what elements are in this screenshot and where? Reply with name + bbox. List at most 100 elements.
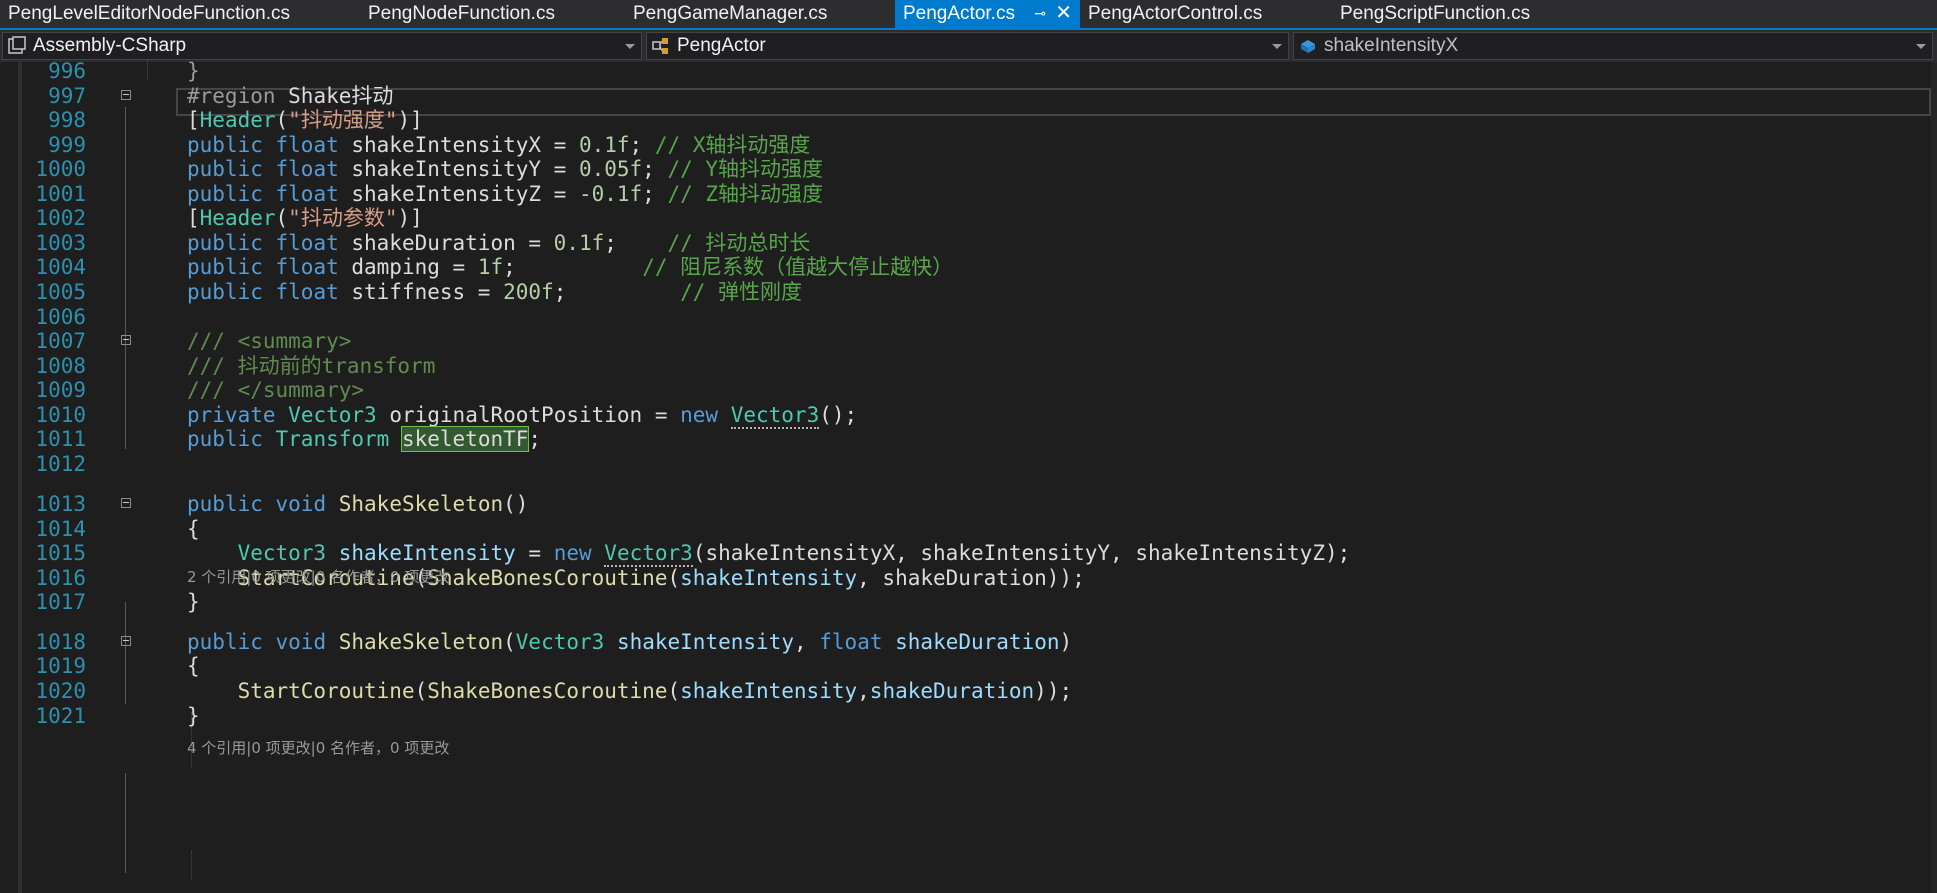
code-token: /// <summary> [187,329,352,353]
line-number: 1012 [35,452,86,476]
code-token: (shakeIntensityX, shakeIntensityY, shake… [692,541,1351,565]
code-lens-references[interactable]: 2 个引用|0 项更改|0 名作者，0 项更改 [187,566,449,588]
class-icon [652,38,668,54]
code-line[interactable]: 1012 [0,449,1937,479]
code-token: = [515,541,554,565]
line-number: 1021 [35,704,86,728]
code-token: void [275,492,327,516]
code-token: [ [187,206,200,230]
code-token: public [187,255,263,279]
code-token: Transform [275,427,390,451]
code-token: public [187,492,263,516]
code-token: skeletonTF [400,426,530,452]
close-icon[interactable]: ✕ [1055,0,1072,27]
code-token: public [187,280,263,304]
code-token: } [187,590,200,614]
tab-peng-actor-control[interactable]: PengActorControl.cs [1080,0,1325,28]
code-token: // Y轴抖动强度 [667,157,824,181]
tab-label: PengActor.cs [903,3,1015,24]
code-token: shakeIntensity [680,679,858,703]
code-token: )] [397,108,423,132]
field-icon [1301,40,1315,53]
tab-label: PengLevelEditorNodeFunction.cs [8,3,291,24]
chevron-down-icon[interactable] [625,44,635,49]
tab-penglevel-editor-node-function[interactable]: PengLevelEditorNodeFunction.cs [0,0,362,28]
code-token: () [503,492,529,516]
code-token: { [187,654,200,678]
code-token: "抖动参数" [288,206,398,230]
code-token: ( [667,679,681,703]
code-lens-references[interactable]: 4 个引用|0 项更改|0 名作者，0 项更改 [187,737,449,759]
code-text: } [187,701,200,731]
tab-peng-game-manager[interactable]: PengGameManager.cs [625,0,895,28]
document-tab-strip: PengLevelEditorNodeFunction.cs PengNodeF… [0,0,1937,30]
code-token: )); [1034,679,1073,703]
code-line[interactable]: 1021} [0,701,1937,731]
tab-peng-node-function[interactable]: PengNodeFunction.cs [362,0,625,28]
code-token: 0.05f [578,157,643,181]
csharp-project-icon [8,36,26,54]
code-token: /// </summary> [187,378,365,402]
code-token: Header [199,108,276,132]
code-token: stiffness = [338,280,504,304]
line-number: 1017 [35,590,86,614]
code-token: Header [199,206,276,230]
collapse-icon[interactable] [121,90,131,100]
code-text: } [187,587,200,617]
fold-guide [125,773,126,873]
code-token: shakeIntensity [338,541,516,565]
chevron-down-icon[interactable] [1272,44,1282,49]
code-token: 200f [503,280,554,304]
code-token: 1f [477,255,504,279]
tab-label: PengNodeFunction.cs [368,3,555,24]
code-token: ; [642,157,668,181]
tab-label: PengGameManager.cs [633,3,828,24]
code-token: ; [503,255,643,279]
code-token: shakeDuration [869,679,1035,703]
code-token: // 阻尼系数（值越大停止越快） [642,255,954,279]
pin-icon[interactable]: ⊸ [1034,0,1046,27]
tab-peng-actor[interactable]: PengActor.cs ⊸ ✕ [895,0,1080,28]
code-token: , [857,679,870,703]
tab-label: PengScriptFunction.cs [1340,3,1531,24]
code-token: )] [397,206,423,230]
code-token: // 弹性刚度 [680,280,803,304]
code-token: "抖动强度" [288,108,398,132]
code-token: new [553,541,592,565]
code-token: float [275,157,339,181]
code-token: float [275,280,339,304]
code-token: } [187,59,200,83]
code-token: ShakeBonesCoroutine [427,679,668,703]
code-editor[interactable]: 996} 997 #region Shake抖动 998 [Header("抖动强度")… [0,59,1937,893]
tab-peng-script-function[interactable]: PengScriptFunction.cs [1325,0,1625,28]
code-token: ( [275,206,289,230]
code-token: public [187,157,263,181]
collapse-icon[interactable] [121,335,131,345]
code-token: Vector3 [237,541,327,565]
vertical-scrollbar[interactable] [1931,62,1937,893]
code-token: public [187,427,263,451]
code-token: shakeIntensityY = [338,157,579,181]
collapse-icon[interactable] [121,636,131,646]
code-token: ShakeSkeleton [338,492,504,516]
chevron-down-icon[interactable] [1916,44,1926,49]
code-token: ; [553,280,681,304]
indent-guide [191,851,192,879]
code-token: float [275,255,339,279]
collapse-icon[interactable] [121,498,131,508]
tab-label: PengActorControl.cs [1088,3,1263,24]
code-line[interactable]: 1017} [0,587,1937,617]
code-token: ( [275,108,289,132]
code-token: [ [187,108,200,132]
